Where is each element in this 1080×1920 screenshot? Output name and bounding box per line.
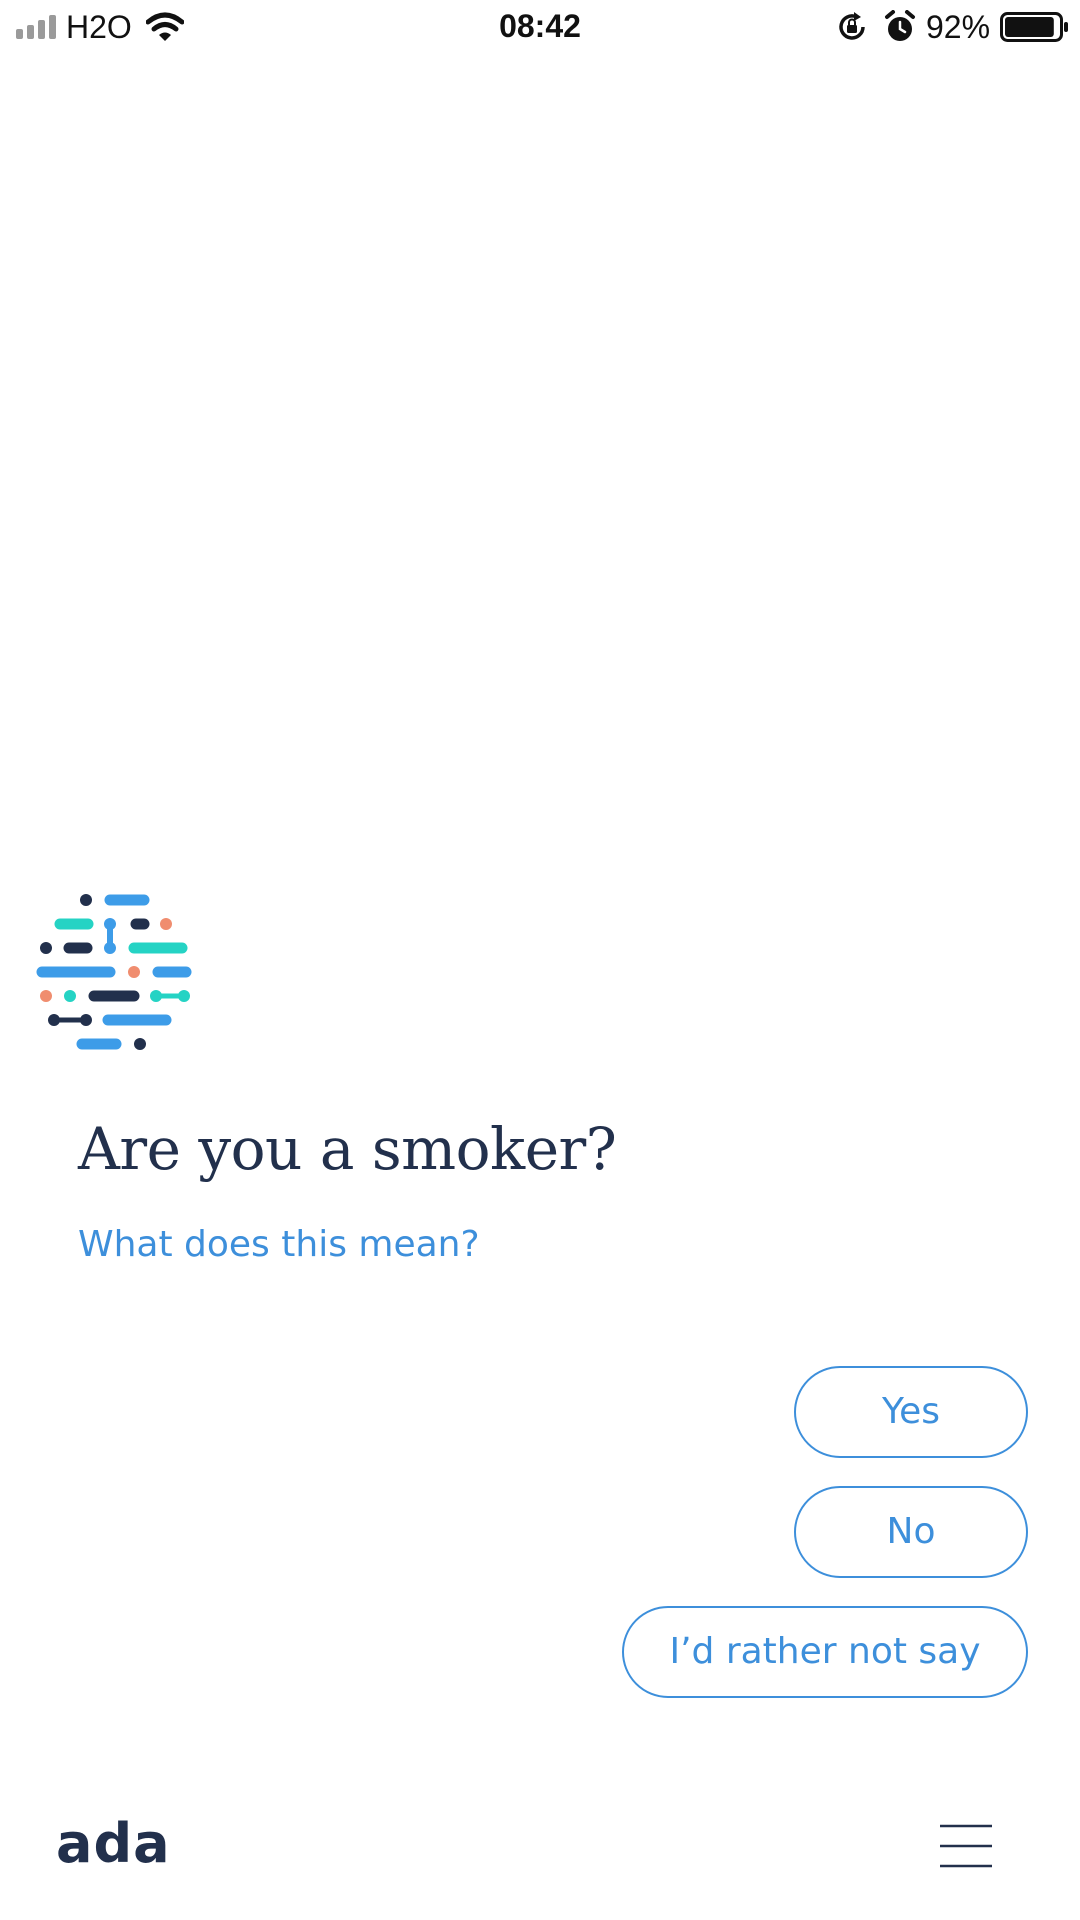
status-bar: H2O 08:42 92% [0,0,1080,58]
answer-no-button[interactable]: No [794,1486,1028,1578]
ada-logo: ada [56,1812,171,1875]
answer-yes-button[interactable]: Yes [794,1366,1028,1458]
question-text: Are you a smoker? [78,1115,617,1183]
battery-percent: 92% [926,9,991,45]
status-time: 08:42 [499,8,581,44]
hamburger-menu-icon[interactable] [936,1822,996,1870]
rotation-lock-icon [839,12,865,40]
answer-rather-not-say-button[interactable]: I’d rather not say [622,1606,1028,1698]
what-does-this-mean-link[interactable]: What does this mean? [78,1222,480,1268]
ada-avatar-icon [36,894,192,1050]
alarm-icon [885,10,915,41]
battery-icon [1000,12,1068,42]
